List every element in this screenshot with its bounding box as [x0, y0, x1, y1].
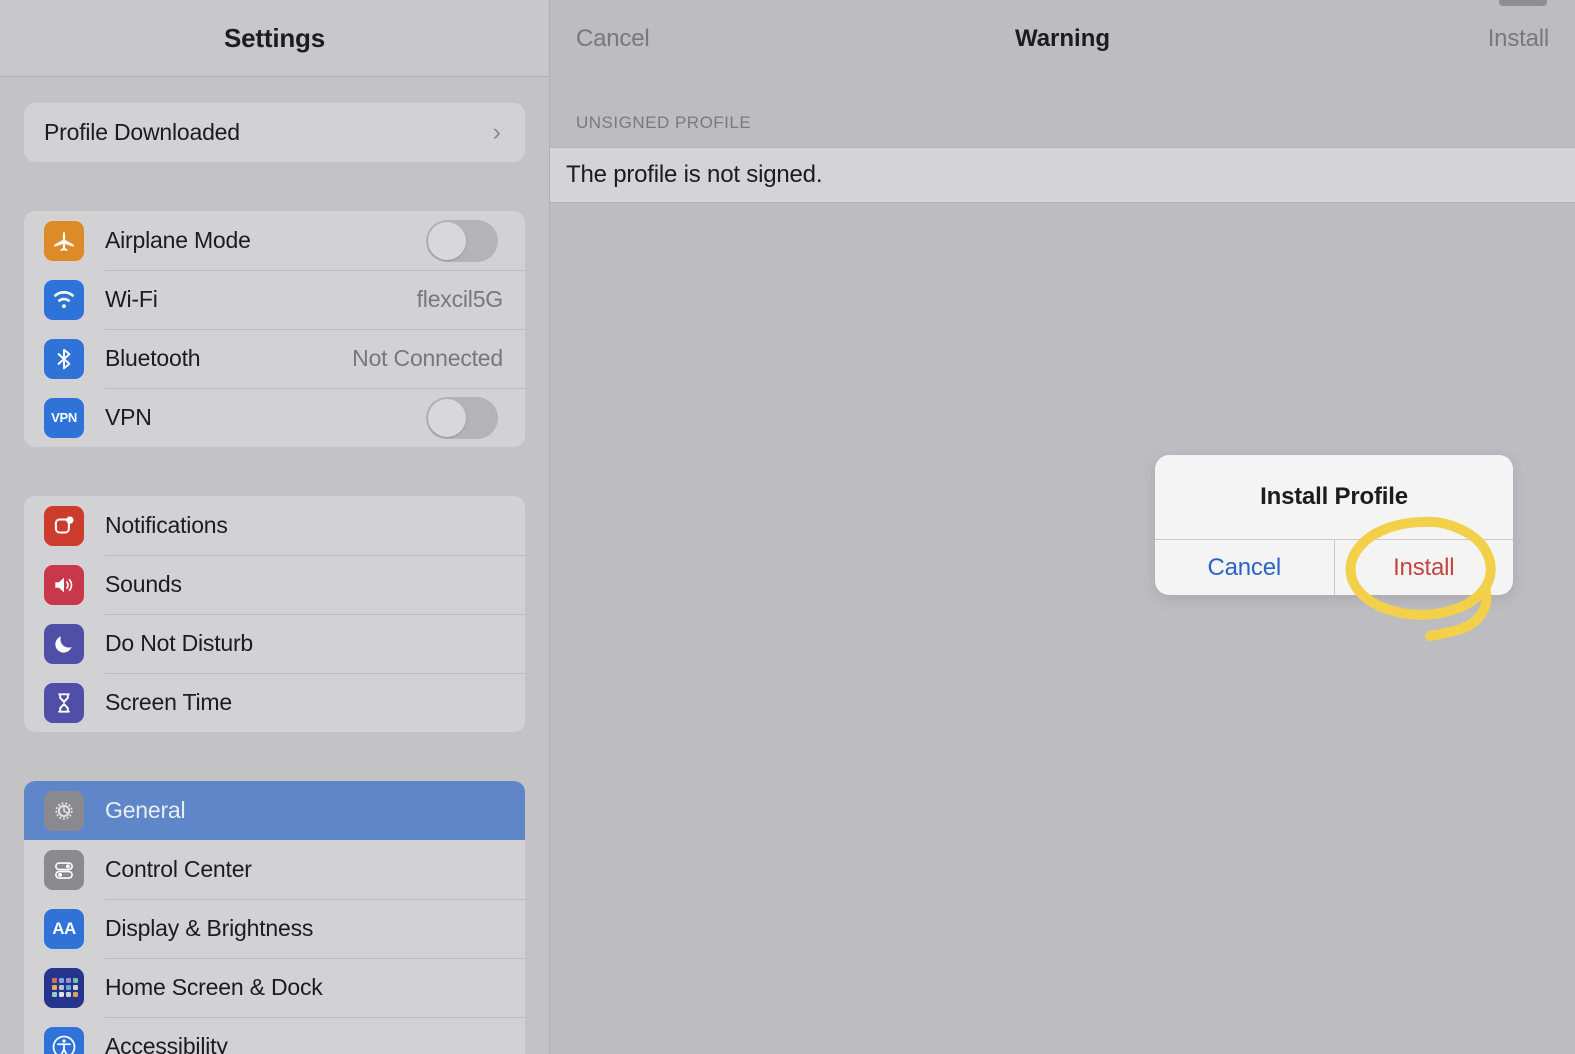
sounds-icon [44, 564, 84, 605]
alert-title: Install Profile [1260, 483, 1408, 510]
sidebar-item-label: Bluetooth [105, 345, 201, 371]
sidebar-item-control-center[interactable]: Control Center [24, 840, 525, 899]
sidebar-item-label: Sounds [105, 571, 182, 597]
display-brightness-icon: AA [44, 908, 84, 949]
install-profile-alert: Install Profile Cancel Install [1155, 455, 1513, 595]
airplane-mode-toggle[interactable] [426, 219, 498, 262]
wifi-network-value: flexcil5G [416, 286, 504, 312]
settings-group-system: General Control Center AA Display & Brig… [24, 781, 525, 1054]
settings-group-connectivity: Airplane Mode Wi-Fi flexcil5G Bluetooth … [24, 211, 525, 447]
toggle-knob [428, 398, 466, 437]
sidebar-item-label: Wi-Fi [105, 286, 158, 312]
home-screen-dock-icon [44, 967, 84, 1008]
bluetooth-icon [44, 338, 84, 379]
sidebar-item-airplane-mode[interactable]: Airplane Mode [24, 211, 525, 270]
sidebar-item-wifi[interactable]: Wi-Fi flexcil5G [24, 270, 525, 329]
sidebar-item-label: Home Screen & Dock [105, 974, 323, 1000]
toggle-knob [428, 221, 466, 260]
alert-button-row: Cancel Install [1155, 539, 1513, 595]
sidebar-item-accessibility[interactable]: Accessibility [24, 1017, 525, 1054]
sidebar-item-label: Control Center [105, 856, 252, 882]
sidebar-item-label: Notifications [105, 512, 228, 538]
sidebar-item-vpn[interactable]: VPN VPN [24, 388, 525, 447]
sidebar-header: Settings [0, 0, 549, 77]
sidebar-item-bluetooth[interactable]: Bluetooth Not Connected [24, 329, 525, 388]
sidebar-item-do-not-disturb[interactable]: Do Not Disturb [24, 614, 525, 673]
section-header-unsigned-profile: UNSIGNED PROFILE [576, 113, 752, 132]
sidebar-item-notifications[interactable]: Notifications [24, 496, 525, 555]
ios-settings-screen: Settings Profile Downloaded › Airplane M… [0, 0, 1575, 1054]
sidebar-item-profile-downloaded[interactable]: Profile Downloaded › [24, 103, 525, 162]
control-center-icon [44, 849, 84, 890]
cancel-button[interactable]: Cancel [576, 25, 650, 53]
sidebar-item-label: Profile Downloaded [44, 119, 240, 145]
install-button[interactable]: Install [1488, 25, 1549, 53]
gear-icon [44, 790, 84, 831]
settings-group-alerts: Notifications Sounds Do Not Disturb Scre… [24, 496, 525, 732]
vpn-icon: VPN [44, 397, 84, 438]
sidebar-item-general[interactable]: General [24, 781, 525, 840]
sidebar-item-label: VPN [105, 404, 152, 430]
sidebar-item-sounds[interactable]: Sounds [24, 555, 525, 614]
alert-cancel-button[interactable]: Cancel [1155, 540, 1334, 595]
hourglass-icon [44, 682, 84, 723]
vpn-toggle[interactable] [426, 396, 498, 439]
moon-icon [44, 623, 84, 664]
sidebar-item-label: Airplane Mode [105, 227, 251, 253]
chevron-right-icon: › [492, 118, 501, 146]
settings-sidebar: Settings Profile Downloaded › Airplane M… [0, 0, 550, 1054]
detail-header: Cancel Warning Install [550, 0, 1575, 77]
sidebar-item-label: Accessibility [105, 1033, 228, 1054]
accessibility-icon [44, 1026, 84, 1054]
sidebar-item-label: General [105, 797, 186, 823]
settings-group-profile: Profile Downloaded › [24, 103, 525, 162]
profile-warning-pane: Cancel Warning Install UNSIGNED PROFILE … [550, 0, 1575, 1054]
bluetooth-status-value: Not Connected [352, 345, 503, 371]
sidebar-item-label: Do Not Disturb [105, 630, 254, 656]
alert-install-button[interactable]: Install [1333, 540, 1514, 595]
notifications-icon [44, 505, 84, 546]
warning-text: The profile is not signed. [566, 161, 823, 188]
alert-body: Install Profile [1155, 455, 1513, 539]
sidebar-item-label: Screen Time [105, 689, 232, 715]
airplane-icon [44, 220, 84, 261]
sidebar-item-screen-time[interactable]: Screen Time [24, 673, 525, 732]
sidebar-item-label: Display & Brightness [105, 915, 314, 941]
page-title: Settings [224, 22, 325, 53]
detail-title: Warning [1014, 24, 1111, 52]
warning-row: The profile is not signed. [550, 147, 1575, 203]
sidebar-item-home-screen-dock[interactable]: Home Screen & Dock [24, 958, 525, 1017]
wifi-icon [44, 279, 84, 320]
sidebar-item-display-brightness[interactable]: AA Display & Brightness [24, 899, 525, 958]
